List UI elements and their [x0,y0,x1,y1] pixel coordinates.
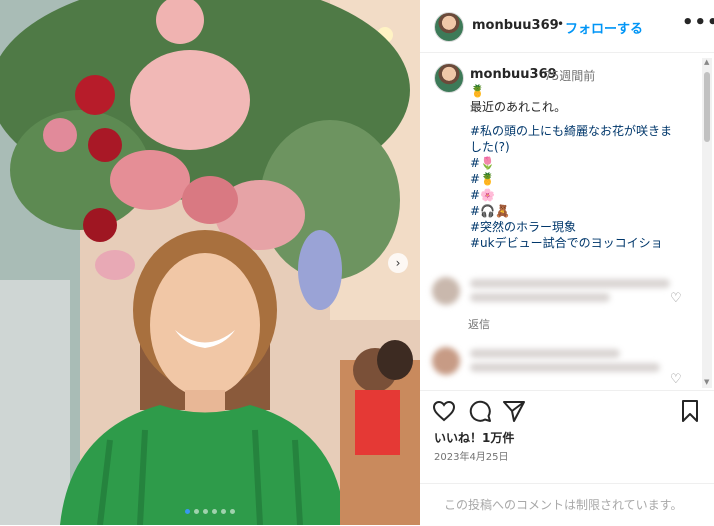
share-paper-plane-icon[interactable] [502,399,526,423]
comments-scrollbar[interactable]: ▲ ▼ [702,58,712,388]
post-side-panel: monbuu369 • フォローする ••• monbuu369 75週間前 🍍… [420,0,714,525]
post-actions [420,390,714,431]
carousel-dot [221,509,226,514]
carousel-dots [185,509,235,514]
caption-and-comments[interactable]: monbuu369 75週間前 🍍 最近のあれこれ。 #私の頭の上にも綺麗なお花… [420,53,714,390]
reply-button[interactable]: 返信 [468,316,490,332]
more-options-icon[interactable]: ••• [682,12,714,33]
caption-text: 🍍 最近のあれこれ。 #私の頭の上にも綺麗なお花が咲きま した(?) #🌷 #🍍… [470,83,700,251]
comment-icon[interactable] [468,399,492,423]
carousel-next-button[interactable]: › [388,253,408,273]
blurred-avatar [432,277,460,305]
avatar[interactable] [434,12,464,42]
follow-button[interactable]: フォローする [565,18,643,37]
comments-restricted-notice: この投稿へのコメントは制限されています。 [420,483,714,526]
carousel-dot [203,509,208,514]
carousel-dot [194,509,199,514]
post-date: 2023年4月25日 [434,452,509,463]
header-separator: • [557,17,565,31]
hashtag[interactable]: #🌸 [470,187,700,203]
blurred-avatar [432,347,460,375]
carousel-dot [212,509,217,514]
post-header: monbuu369 • フォローする ••• [420,0,714,53]
scroll-thumb[interactable] [704,72,710,142]
blurred-comment-text [470,279,670,288]
caption-line: 🍍 [470,84,485,98]
blurred-comment-text [470,349,620,358]
caption-time[interactable]: 75週間前 [544,67,595,84]
caption-line: 最近のあれこれ。 [470,100,567,114]
heart-outline-icon[interactable]: ♡ [670,372,682,387]
carousel-dot [230,509,235,514]
blurred-comment-text [470,363,660,372]
caption-gap [470,115,700,123]
like-heart-icon[interactable] [432,399,456,423]
caption-avatar[interactable] [434,63,464,93]
hashtag[interactable]: #🎧🧸 [470,203,700,219]
heart-outline-icon[interactable]: ♡ [670,291,682,306]
post-photo[interactable]: › [0,0,420,525]
scroll-up-icon[interactable]: ▲ [704,58,709,66]
comment-item [430,343,700,383]
hashtag[interactable]: #🍍 [470,171,700,187]
carousel-dot [185,509,190,514]
blurred-comment-text [470,293,610,302]
likes-count[interactable]: いいね！1万件 [434,429,514,446]
header-username[interactable]: monbuu369 [472,18,559,33]
hashtag[interactable]: #突然のホラー現象 [470,219,700,235]
scroll-down-icon[interactable]: ▼ [704,378,709,386]
hashtag[interactable]: #私の頭の上にも綺麗なお花が咲きま [470,123,700,139]
hashtag[interactable]: した(?) [470,139,700,155]
comment-item [430,273,700,313]
comments-restricted-text: この投稿へのコメントは制限されています。 [444,498,683,512]
bookmark-icon[interactable] [678,399,702,423]
photo-illustration [0,0,420,525]
hashtag[interactable]: #ukデビュー試合でのヨッコイショ [470,235,700,251]
hashtag[interactable]: #🌷 [470,155,700,171]
